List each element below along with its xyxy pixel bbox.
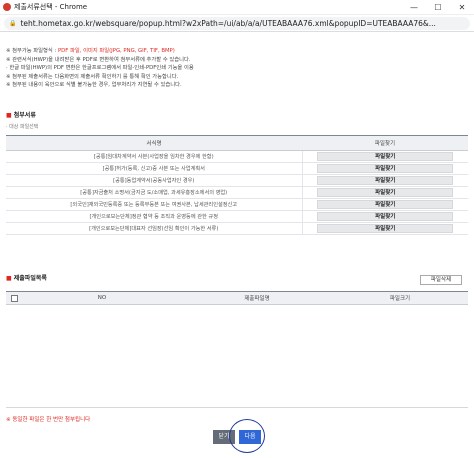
notice-highlight: PDF 파일, 이미지 파일(JPG, PNG, GIF, TIF, BMP) [57,48,175,54]
minimize-icon[interactable]: — [402,0,426,15]
duplicate-warning: ※ 동일한 파일은 한 번만 첨부됩니다 [6,417,91,423]
popup-content: ※ 첨부가능 파일형식 : PDF 파일, 이미지 파일(JPG, PNG, G… [0,33,474,458]
document-name: [개인으로보는단체]대표자 선임장(선임 확인이 가능한 서류) [6,222,303,235]
select-all-checkbox[interactable] [10,294,18,302]
column-header-document: 서식명 [6,135,302,151]
window-title: 제출서류선택 - Chrome [14,3,88,11]
document-name: [외국인]재외국민등록증 또는 등록부등본 또는 여권사본, 납세관리인설정신고 [6,198,303,211]
notice-line: · 한글 파일(HWP)의 PDF 변환은 한글프로그램에서 파일-인쇄-PDF… [6,65,194,71]
action-cell: 파일찾기 [302,162,468,175]
document-name: [공통]자금출처 소명서(금지금 도/소매업, 과세유흥장소에서의 영업) [6,186,303,199]
section-subtitle: · 대상 파일선택 [6,124,39,130]
table-row: [공통]자금출처 소명서(금지금 도/소매업, 과세유흥장소에서의 영업) 파일찾… [6,186,468,199]
action-cell: 파일찾기 [302,150,468,163]
document-name: [공통]허가(등록, 신고)증 사본 또는 사업계획서 [6,162,303,175]
document-name: [개인으로보는단체]정관 협약 등 조직과 운영등에 관한 규정 [6,210,303,223]
file-list-area [6,305,468,408]
select-all-checkbox-cell [6,291,22,305]
table-row: [개인으로보는단체]정관 협약 등 조직과 운영등에 관한 규정 파일찾기 [6,210,468,223]
notice-line: ※ 첨부된 내용이 육안으로 식별 불가능한 경우, 업무처리가 지연될 수 있… [6,82,182,88]
document-name: [공통]임대차계약서 사본(사업장을 임차한 경우에 한함) [6,150,303,163]
find-file-button[interactable]: 파일찾기 [317,212,454,221]
table-row: [외국인]재외국민등록증 또는 등록부등본 또는 여권사본, 납세관리인설정신고… [6,198,468,211]
section-title-files: ■ 제출파일목록 [6,275,47,282]
find-file-button[interactable]: 파일찾기 [317,176,454,185]
action-cell: 파일찾기 [302,186,468,199]
annotation-circle [229,419,265,453]
notice-list: ※ 첨부가능 파일형식 : PDF 파일, 이미지 파일(JPG, PNG, G… [6,47,194,90]
document-table: 서식명 파일찾기 [공통]임대차계약서 사본(사업장을 임차한 경우에 한함) 파… [6,135,468,235]
lock-icon: 🔒 [9,19,17,27]
notice-line: ※ 관련서식(HWP)을 내려받은 후 PDF로 변환하여 첨부서류에 추가할 … [6,56,191,63]
find-file-button[interactable]: 파일찾기 [317,224,454,233]
column-header-filename: 제출파일명 [182,291,332,305]
find-file-button[interactable]: 파일찾기 [317,200,454,209]
action-cell: 파일찾기 [302,174,468,187]
url-text: teht.hometax.go.kr/websquare/popup.html?… [20,18,436,28]
notice-line: ※ 첨부가능 파일형식 : PDF 파일, 이미지 파일(JPG, PNG, G… [6,47,194,56]
column-header-no: NO [22,291,182,305]
notice-text: ※ 첨부가능 파일형식 : [6,48,58,54]
action-cell: 파일찾기 [302,222,468,235]
window-controls: — ☐ ✕ [402,0,474,15]
find-file-button[interactable]: 파일찾기 [317,152,454,161]
close-icon[interactable]: ✕ [450,0,474,15]
address-bar: 🔒 teht.hometax.go.kr/websquare/popup.htm… [0,15,474,32]
file-table: NO 제출파일명 파일크기 [6,291,468,305]
column-header-filesize: 파일크기 [332,291,468,305]
section-title-attachments: ■ 첨부서류 [6,112,36,119]
action-cell: 파일찾기 [302,210,468,223]
app-icon [3,3,11,11]
table-row: [공통]허가(등록, 신고)증 사본 또는 사업계획서 파일찾기 [6,162,468,175]
table-row: [공통]동업계약서(공동사업자인 경우) 파일찾기 [6,174,468,187]
maximize-icon[interactable]: ☐ [426,0,450,15]
delete-file-button[interactable]: 파일삭제 [420,275,462,285]
find-file-button[interactable]: 파일찾기 [317,164,454,173]
table-row: [개인으로보는단체]대표자 선임장(선임 확인이 가능한 서류) 파일찾기 [6,222,468,235]
table-row: [공통]임대차계약서 사본(사업장을 임차한 경우에 한함) 파일찾기 [6,150,468,163]
url-field[interactable]: 🔒 teht.hometax.go.kr/websquare/popup.htm… [4,16,470,30]
column-header-action: 파일찾기 [302,135,468,151]
find-file-button[interactable]: 파일찾기 [317,188,454,197]
document-name: [공통]동업계약서(공동사업자인 경우) [6,174,303,187]
title-bar: 제출서류선택 - Chrome — ☐ ✕ [0,0,474,15]
notice-line: ※ 첨부된 제출서류는 다음화면의 제출서류 확인하기 를 통해 확인 가능합니… [6,73,179,80]
action-cell: 파일찾기 [302,198,468,211]
